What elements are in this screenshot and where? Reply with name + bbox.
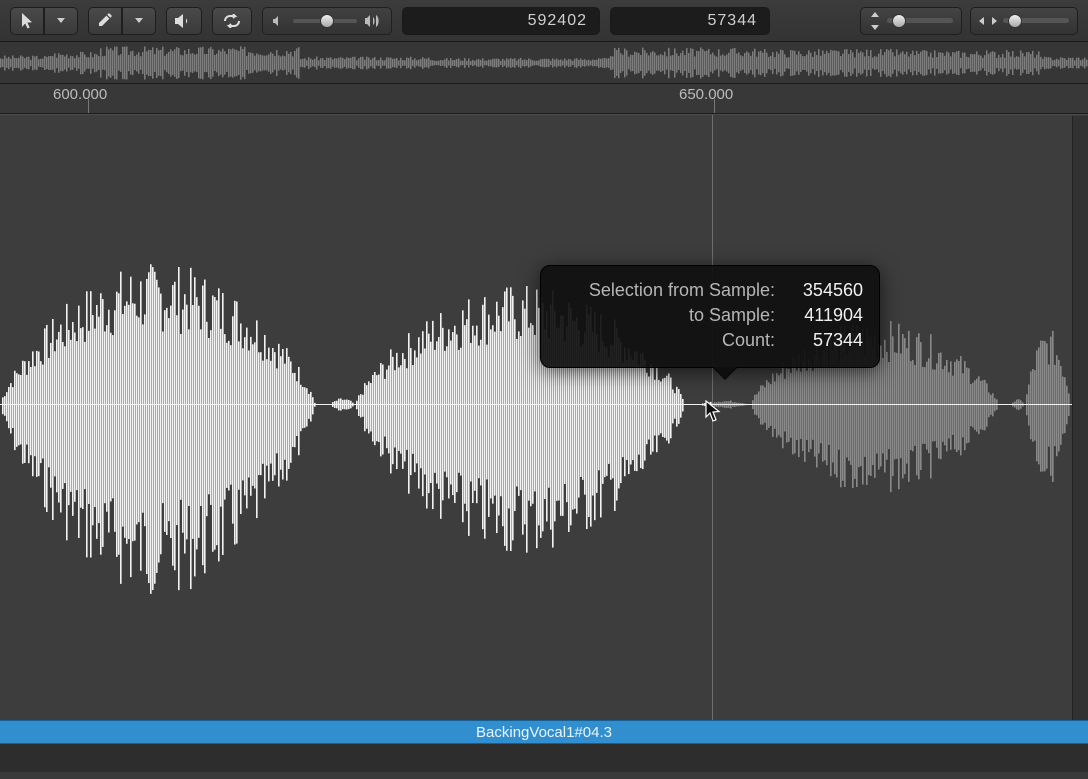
tooltip-label: Selection from Sample: (557, 278, 783, 303)
volume-track[interactable] (293, 19, 357, 23)
volume-low-icon (273, 15, 285, 27)
chevron-down-icon (57, 18, 65, 23)
speaker-icon (175, 13, 193, 29)
horizontal-arrows-icon (979, 15, 997, 27)
cycle-toggle[interactable] (212, 7, 252, 35)
chevron-down-icon (135, 18, 143, 23)
pointer-tool[interactable] (10, 7, 44, 35)
footer-gutter (0, 744, 1088, 772)
tooltip-label: Count: (557, 328, 783, 353)
selection-tooltip: Selection from Sample:354560 to Sample:4… (540, 265, 880, 368)
vertical-arrows-icon (869, 12, 881, 30)
cycle-icon (221, 14, 243, 28)
region-name: BackingVocal1#04.3 (476, 724, 612, 741)
overview-lane[interactable] (0, 42, 1088, 84)
horizontal-zoom[interactable] (970, 7, 1078, 35)
tooltip-value: 411904 (783, 303, 863, 328)
ruler-tick-label: 650.000 (679, 86, 733, 103)
pointer-tool-menu[interactable] (44, 7, 78, 35)
volume-thumb[interactable] (320, 14, 334, 28)
tooltip-value: 354560 (783, 278, 863, 303)
pencil-icon (98, 13, 113, 28)
region-end-marker[interactable] (1072, 116, 1088, 720)
count-display[interactable]: 57344 (610, 7, 770, 35)
pencil-tool[interactable] (88, 7, 122, 35)
hzoom-thumb[interactable] (1008, 14, 1022, 28)
time-ruler[interactable]: 600.000 650.000 (0, 84, 1088, 114)
preview-toggle[interactable] (166, 7, 202, 35)
pointer-icon (21, 13, 34, 29)
waveform-lane[interactable]: Selection from Sample:354560 to Sample:4… (0, 114, 1088, 720)
tooltip-label: to Sample: (557, 303, 783, 328)
region-name-bar[interactable]: BackingVocal1#04.3 (0, 720, 1088, 744)
ruler-tick-label: 600.000 (53, 86, 107, 103)
tooltip-value: 57344 (783, 328, 863, 353)
position-display[interactable]: 592402 (402, 7, 600, 35)
vzoom-thumb[interactable] (892, 14, 906, 28)
preview-volume[interactable] (262, 7, 392, 35)
volume-high-icon (365, 14, 381, 28)
pencil-tool-menu[interactable] (122, 7, 156, 35)
toolbar: 592402 57344 (0, 0, 1088, 42)
vertical-zoom[interactable] (860, 7, 962, 35)
